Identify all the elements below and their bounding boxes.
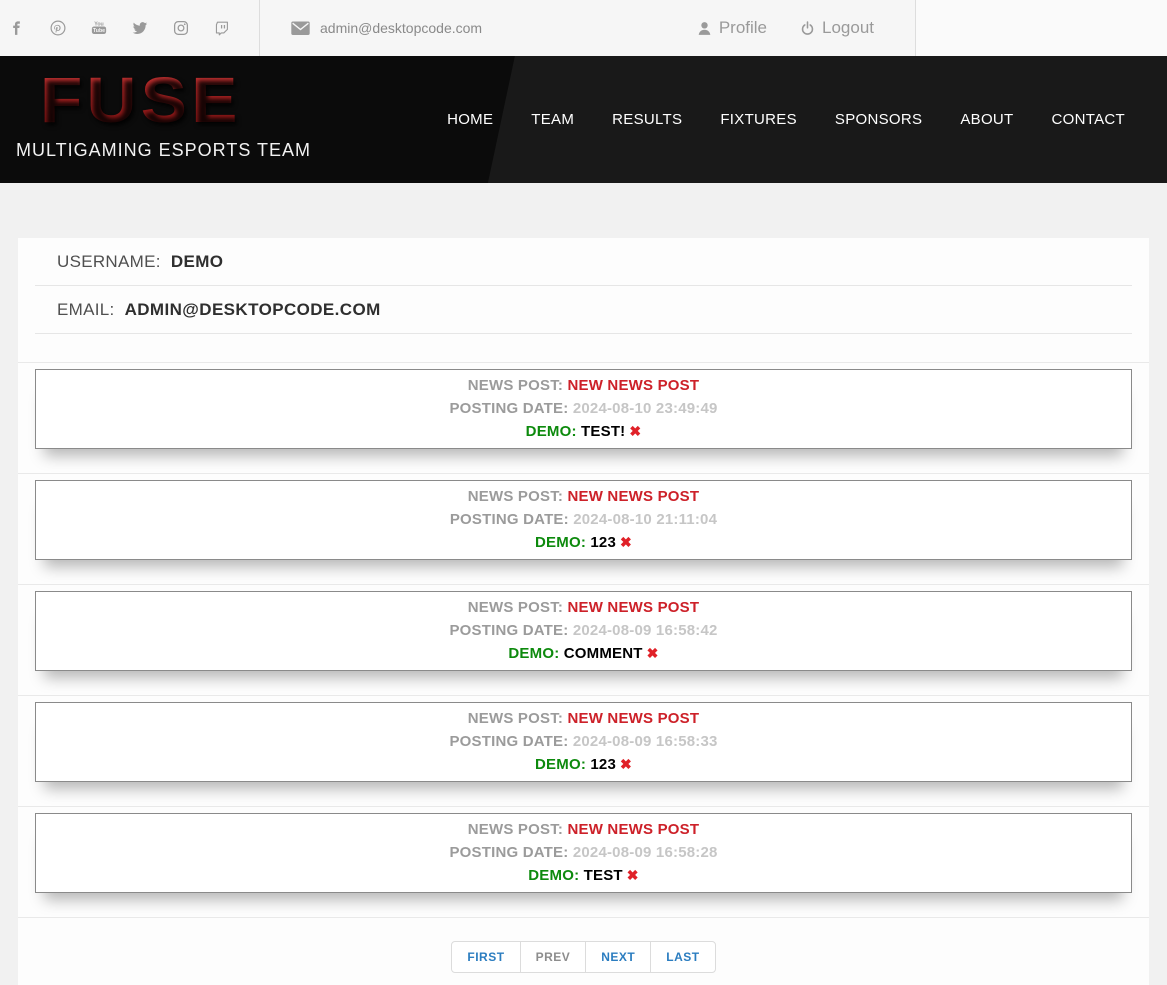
- power-icon: [801, 20, 814, 35]
- pagination-first-button[interactable]: FIRST: [451, 941, 521, 973]
- instagram-icon[interactable]: [172, 19, 190, 37]
- nav-about[interactable]: ABOUT: [960, 111, 1013, 128]
- youtube-icon[interactable]: You Tube: [90, 19, 108, 37]
- profile-link[interactable]: Profile: [696, 18, 767, 38]
- posting-date-label: POSTING DATE:: [449, 733, 569, 750]
- news-post-link[interactable]: NEW NEWS POST: [567, 488, 699, 505]
- pagination-next-button[interactable]: NEXT: [585, 941, 652, 973]
- news-post-link[interactable]: NEW NEWS POST: [567, 377, 699, 394]
- comment-section: NEWS POST: NEW NEWS POST POSTING DATE: 2…: [18, 584, 1149, 695]
- site-header: FUSE MULTIGAMING ESPORTS TEAM HOME TEAM …: [0, 56, 1167, 183]
- logout-link[interactable]: Logout: [799, 18, 874, 38]
- posting-date-value: 2024-08-09 16:58:33: [572, 733, 718, 750]
- news-post-label: NEWS POST:: [467, 377, 564, 394]
- username-value: DEMO: [170, 252, 224, 271]
- news-post-link[interactable]: NEW NEWS POST: [567, 710, 699, 727]
- nav-results[interactable]: RESULTS: [612, 111, 682, 128]
- delete-comment-icon[interactable]: ✖: [620, 534, 632, 550]
- topbar-email-link[interactable]: admin@desktopcode.com: [290, 19, 482, 37]
- email-label: EMAIL:: [57, 300, 115, 319]
- comment-text: TEST: [583, 867, 623, 884]
- posting-date-label: POSTING DATE:: [449, 511, 569, 528]
- profile-label: Profile: [718, 18, 767, 37]
- comment-text: COMMENT: [563, 645, 643, 662]
- comment-author: DEMO:: [508, 645, 560, 662]
- main-nav: HOME TEAM RESULTS FIXTURES SPONSORS ABOU…: [447, 56, 1125, 183]
- news-post-label: NEWS POST:: [467, 710, 564, 727]
- pagination-prev-button[interactable]: PREV: [519, 941, 587, 973]
- account-links: Profile Logout: [696, 0, 916, 56]
- comment-section: NEWS POST: NEW NEWS POST POSTING DATE: 2…: [18, 473, 1149, 584]
- news-post-label: NEWS POST:: [467, 599, 564, 616]
- twitch-icon[interactable]: [213, 19, 231, 37]
- logout-label: Logout: [822, 18, 874, 37]
- pagination: FIRST PREV NEXT LAST: [18, 917, 1149, 985]
- comment-card: NEWS POST: NEW NEWS POST POSTING DATE: 2…: [35, 591, 1132, 671]
- delete-comment-icon[interactable]: ✖: [647, 645, 659, 661]
- news-post-link[interactable]: NEW NEWS POST: [567, 599, 699, 616]
- comment-section: NEWS POST: NEW NEWS POST POSTING DATE: 2…: [18, 695, 1149, 806]
- pinterest-icon[interactable]: [49, 19, 67, 37]
- svg-text:Tube: Tube: [93, 28, 105, 34]
- posting-date-label: POSTING DATE:: [449, 400, 569, 417]
- delete-comment-icon[interactable]: ✖: [629, 423, 641, 439]
- topbar: You Tube admin@desktopcode.com Profile L…: [0, 0, 1167, 56]
- nav-sponsors[interactable]: SPONSORS: [835, 111, 922, 128]
- social-icons: You Tube: [0, 0, 260, 56]
- topbar-spacer: [916, 0, 1167, 56]
- comment-author: DEMO:: [535, 756, 587, 773]
- pagination-last-button[interactable]: LAST: [650, 941, 716, 973]
- posting-date-value: 2024-08-09 16:58:42: [572, 622, 718, 639]
- comment-author: DEMO:: [528, 867, 580, 884]
- envelope-icon: [291, 21, 310, 35]
- nav-contact[interactable]: CONTACT: [1052, 111, 1125, 128]
- brand-tagline: MULTIGAMING ESPORTS TEAM: [16, 140, 312, 160]
- posting-date-value: 2024-08-09 16:58:28: [572, 844, 718, 861]
- twitter-icon[interactable]: [131, 19, 149, 37]
- pagination-group: FIRST PREV NEXT LAST: [451, 941, 716, 973]
- username-row: USERNAME: DEMO: [35, 238, 1132, 286]
- posting-date-value: 2024-08-10 21:11:04: [573, 511, 718, 528]
- person-icon: [698, 21, 711, 35]
- comment-card: NEWS POST: NEW NEWS POST POSTING DATE: 2…: [35, 702, 1132, 782]
- comment-section: NEWS POST: NEW NEWS POST POSTING DATE: 2…: [18, 362, 1149, 473]
- comment-text: 123: [590, 534, 617, 551]
- posting-date-label: POSTING DATE:: [449, 844, 569, 861]
- comment-section: NEWS POST: NEW NEWS POST POSTING DATE: 2…: [18, 806, 1149, 917]
- email-value: ADMIN@DESKTOPCODE.COM: [124, 300, 381, 319]
- comment-card: NEWS POST: NEW NEWS POST POSTING DATE: 2…: [35, 480, 1132, 560]
- facebook-icon[interactable]: [8, 19, 26, 37]
- news-post-label: NEWS POST:: [467, 821, 564, 838]
- nav-fixtures[interactable]: FIXTURES: [720, 111, 797, 128]
- profile-panel: USERNAME: DEMO EMAIL: ADMIN@DESKTOPCODE.…: [18, 238, 1149, 985]
- username-label: USERNAME:: [57, 252, 161, 271]
- comment-card: NEWS POST: NEW NEWS POST POSTING DATE: 2…: [35, 813, 1132, 893]
- topbar-email-text: admin@desktopcode.com: [320, 20, 483, 36]
- comment-card: NEWS POST: NEW NEWS POST POSTING DATE: 2…: [35, 369, 1132, 449]
- nav-team[interactable]: TEAM: [531, 111, 574, 128]
- fuse-logo: FUSE: [40, 58, 242, 142]
- comment-author: DEMO:: [535, 534, 587, 551]
- comment-author: DEMO:: [525, 423, 577, 440]
- posting-date-value: 2024-08-10 23:49:49: [572, 400, 718, 417]
- comment-text: TEST!: [581, 423, 626, 440]
- main-content: USERNAME: DEMO EMAIL: ADMIN@DESKTOPCODE.…: [0, 183, 1167, 985]
- news-post-link[interactable]: NEW NEWS POST: [567, 821, 699, 838]
- delete-comment-icon[interactable]: ✖: [627, 867, 639, 883]
- nav-home[interactable]: HOME: [447, 111, 493, 128]
- delete-comment-icon[interactable]: ✖: [620, 756, 632, 772]
- comment-text: 123: [590, 756, 617, 773]
- email-row: EMAIL: ADMIN@DESKTOPCODE.COM: [35, 286, 1132, 334]
- news-post-label: NEWS POST:: [467, 488, 564, 505]
- posting-date-label: POSTING DATE:: [449, 622, 569, 639]
- brand[interactable]: FUSE MULTIGAMING ESPORTS TEAM: [16, 58, 311, 161]
